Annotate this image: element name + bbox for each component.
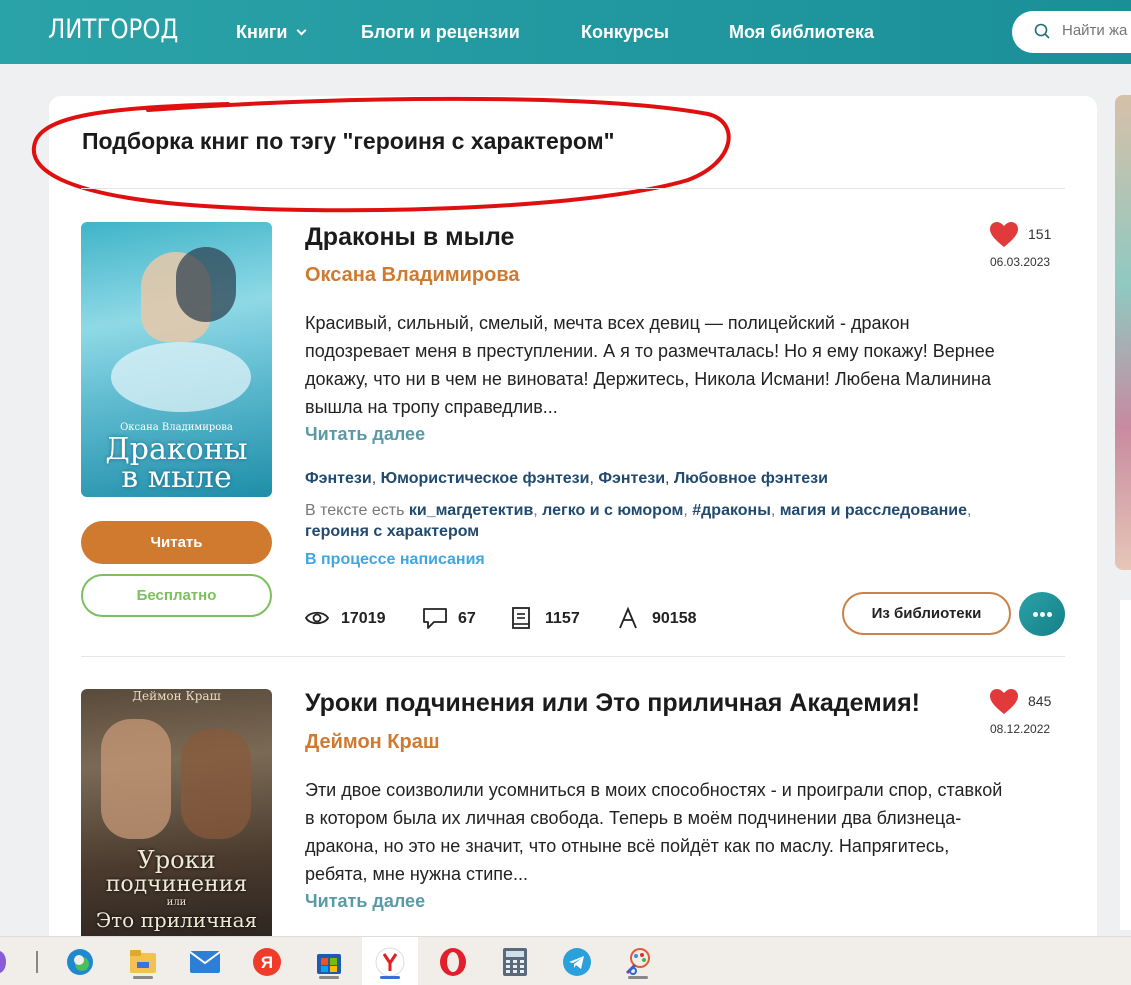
search-box[interactable]	[1012, 11, 1131, 53]
genre-link[interactable]: Фэнтези	[305, 470, 372, 487]
cover-title: Уроки подчинения или Это приличная	[95, 846, 258, 932]
genres-list: Фэнтези, Юмористическое фэнтези, Фэнтези…	[305, 470, 828, 487]
running-indicator	[628, 976, 648, 979]
book-description: Красивый, сильный, смелый, мечта всех де…	[305, 313, 995, 417]
writing-status: В процессе написания	[305, 551, 485, 568]
yandex-browser-icon[interactable]	[373, 945, 407, 979]
side-panel	[1120, 600, 1131, 930]
chevron-down-icon	[296, 25, 306, 36]
side-banner[interactable]	[1115, 95, 1131, 570]
publish-date: 08.12.2022	[990, 722, 1051, 736]
genre-link[interactable]: Юмористическое фэнтези	[381, 470, 590, 487]
nav-blogs[interactable]: Блоги и рецензии	[361, 22, 520, 43]
comments-stat: 67	[422, 606, 492, 630]
divider	[81, 656, 1065, 657]
cover-art	[101, 719, 171, 839]
svg-text:Я: Я	[261, 953, 273, 972]
eye-icon	[305, 611, 329, 625]
tags-list: В тексте есть ки_магдетектив, легко и с …	[305, 502, 972, 540]
chars-stat: 90158	[616, 606, 706, 630]
free-button[interactable]: Бесплатно	[81, 574, 272, 617]
edge-icon[interactable]	[63, 945, 97, 979]
site-logo[interactable]: ЛИТГОРОД	[48, 14, 178, 45]
paint-icon[interactable]	[621, 945, 655, 979]
book-icon	[512, 607, 530, 629]
more-options-button[interactable]	[1019, 592, 1065, 636]
separator	[36, 951, 38, 973]
running-indicator	[380, 976, 400, 979]
top-navbar: ЛИТГОРОД Книги Блоги и рецензии Конкурсы…	[0, 0, 1131, 64]
running-indicator	[319, 976, 339, 979]
tag-link[interactable]: героиня с характером	[305, 523, 479, 540]
windows-taskbar: Я	[0, 936, 1131, 985]
tag-link[interactable]: ки_магдетектив	[409, 502, 533, 519]
genre-link[interactable]: Фэнтези	[598, 470, 665, 487]
read-button[interactable]: Читать	[81, 521, 272, 564]
book-title[interactable]: Драконы в мыле	[305, 223, 514, 252]
page-title: Подборка книг по тэгу "героиня с характе…	[82, 128, 615, 154]
tag-link[interactable]: магия и расследование	[780, 502, 967, 519]
cover-art	[181, 729, 251, 839]
nav-books[interactable]: Книги	[236, 22, 306, 43]
likes-count: 845	[1028, 693, 1052, 709]
heart-icon[interactable]	[990, 689, 1018, 715]
cover-title: Драконы в мыле	[105, 432, 248, 495]
views-stat: 17019	[305, 606, 395, 630]
read-more-link[interactable]: Читать далее	[305, 891, 425, 912]
tag-link[interactable]: #драконы	[692, 502, 771, 519]
mail-icon[interactable]	[188, 945, 222, 979]
divider	[81, 188, 1065, 189]
comment-icon	[423, 608, 447, 629]
heart-icon[interactable]	[990, 222, 1018, 248]
book-cover[interactable]: Оксана Владимирова Драконы в мыле	[81, 222, 272, 497]
app-icon[interactable]	[0, 951, 6, 973]
search-icon	[1034, 23, 1050, 39]
calculator-icon[interactable]	[498, 945, 532, 979]
book-author[interactable]: Оксана Владимирова	[305, 264, 520, 287]
pages-stat: 1157	[509, 606, 589, 630]
file-explorer-icon[interactable]	[126, 945, 160, 979]
likes-count: 151	[1028, 226, 1052, 242]
genre-link[interactable]: Любовное фэнтези	[674, 470, 828, 487]
book-title[interactable]: Уроки подчинения или Это приличная Акаде…	[305, 689, 920, 718]
remove-from-library-button[interactable]: Из библиотеки	[842, 592, 1011, 635]
store-icon[interactable]	[312, 945, 346, 979]
read-more-link[interactable]: Читать далее	[305, 424, 425, 445]
nav-my-library[interactable]: Моя библиотека	[729, 22, 874, 43]
cover-art	[111, 342, 251, 412]
opera-icon[interactable]	[436, 945, 470, 979]
cover-art	[176, 247, 236, 322]
tag-link[interactable]: легко и с юмором	[542, 502, 683, 519]
book-cover[interactable]: Деймон Краш Уроки подчинения или Это при…	[81, 689, 272, 936]
yandex-icon[interactable]: Я	[250, 945, 284, 979]
cover-author: Деймон Краш	[132, 689, 221, 703]
telegram-icon[interactable]	[560, 945, 594, 979]
nav-contests[interactable]: Конкурсы	[581, 22, 669, 43]
search-input[interactable]	[1062, 22, 1131, 39]
font-size-icon	[619, 606, 637, 629]
publish-date: 06.03.2023	[990, 255, 1051, 269]
running-indicator	[133, 976, 153, 979]
book-description: Эти двое соизволили усомниться в моих сп…	[305, 780, 1003, 884]
book-author[interactable]: Деймон Краш	[305, 731, 440, 754]
